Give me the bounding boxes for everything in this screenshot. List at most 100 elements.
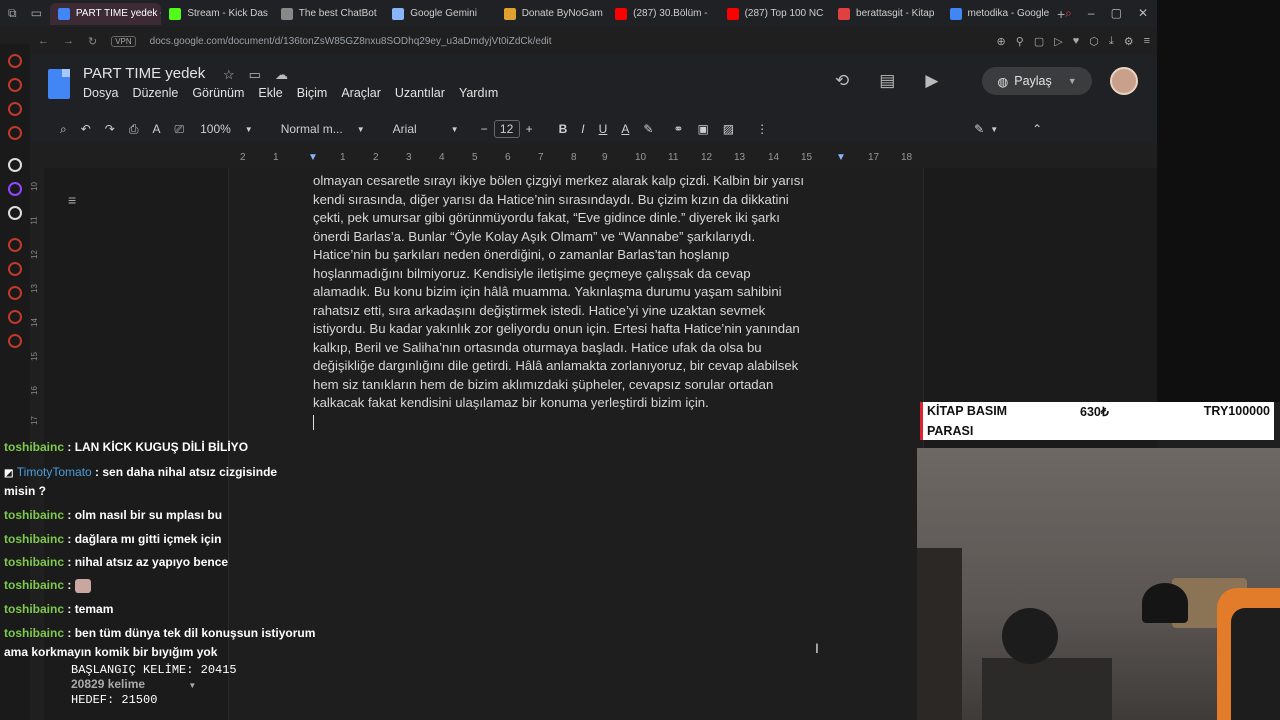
extensions-icon[interactable]: ⬡ (1089, 35, 1099, 48)
text-color-icon[interactable]: A (621, 122, 629, 136)
paint-format-icon[interactable]: ⎚ (174, 122, 184, 137)
sidebar-tool-icon[interactable] (8, 158, 22, 172)
tab-docs[interactable]: PART TIME yedek - Goog (49, 2, 162, 25)
tab-youtube-1[interactable]: (287) 30.Bölüm - (607, 3, 718, 25)
sidebar-player-icon[interactable] (8, 238, 22, 252)
bold-icon[interactable]: B (559, 122, 568, 136)
zoom-icon[interactable]: ⊕ (997, 35, 1006, 48)
document-body[interactable]: olmayan cesaretle sırayı ikiye bölen çiz… (313, 172, 853, 431)
menu-insert[interactable]: Ekle (258, 86, 282, 100)
document-title[interactable]: PART TIME yedek (83, 65, 205, 82)
sidebar-instagram-icon[interactable] (8, 102, 22, 116)
horizontal-ruler[interactable]: 2 1 ▼ 1 2 3 4 5 6 7 8 9 10 11 12 13 14 1… (228, 150, 924, 166)
menu-icon[interactable]: ≡ (1144, 35, 1150, 48)
tab-google[interactable]: metodika - Google (942, 3, 1053, 25)
sidebar-x-icon[interactable] (8, 206, 22, 220)
menu-tools[interactable]: Araçlar (341, 86, 381, 100)
tab-chatbot[interactable]: The best ChatBot (273, 3, 384, 25)
edit-mode-chevron-icon[interactable]: ▼ (990, 125, 998, 134)
more-options-icon[interactable]: ⋮ (756, 122, 768, 136)
chat-badge-icon: ◩ (4, 468, 14, 479)
back-icon[interactable]: ← (38, 35, 49, 47)
favorite-icon[interactable]: ♥ (1073, 35, 1080, 48)
share-button[interactable]: ◍ Paylaş ▼ (982, 67, 1092, 95)
workspaces-icon[interactable]: ⧉ (8, 6, 17, 21)
avatar[interactable] (1110, 67, 1138, 95)
font-size-input[interactable]: 12 (493, 120, 520, 138)
meet-icon[interactable]: ▶ (925, 71, 938, 91)
snapshot-icon[interactable]: ▢ (1034, 35, 1044, 48)
collapse-toolbar-icon[interactable]: ⌃ (1032, 122, 1042, 136)
highlight-icon[interactable]: ✎ (643, 122, 653, 136)
edit-mode-icon[interactable]: ✎ (974, 122, 984, 136)
style-chevron-icon[interactable]: ▼ (357, 125, 365, 134)
tab-youtube-2[interactable]: (287) Top 100 NC (719, 3, 830, 25)
sidebar-messenger-icon[interactable] (8, 78, 22, 92)
pin-icon[interactable]: ⚲ (1016, 35, 1024, 48)
url-field[interactable]: docs.google.com/document/d/136tonZsW85GZ… (150, 36, 552, 47)
sidebar-home-icon[interactable] (8, 54, 22, 68)
tab-gemini[interactable]: Google Gemini (384, 3, 495, 25)
settings-icon[interactable]: ⚙ (1124, 35, 1134, 48)
increase-font-icon[interactable]: + (526, 122, 533, 136)
maximize-icon[interactable]: ▢ (1111, 6, 1122, 21)
current-word-count[interactable]: 20829 kelime ▼ (71, 677, 237, 693)
right-indent-marker-icon[interactable]: ▼ (836, 152, 846, 163)
zoom-select[interactable]: 100% (200, 122, 231, 136)
tab-label: Donate ByNoGam (521, 8, 603, 19)
image-icon[interactable]: ▨ (723, 122, 734, 136)
reload-icon[interactable]: ↻ (88, 35, 97, 48)
menu-help[interactable]: Yardım (459, 86, 498, 100)
cloud-saved-icon[interactable]: ☁ (275, 67, 288, 83)
chevron-down-icon[interactable]: ▼ (1068, 76, 1077, 86)
underline-icon[interactable]: U (599, 122, 608, 136)
search-menus-icon[interactable]: ⌕ (60, 122, 67, 137)
history-icon[interactable]: ⟲ (835, 71, 849, 91)
font-chevron-icon[interactable]: ▼ (451, 125, 459, 134)
menu-file[interactable]: Dosya (83, 86, 118, 100)
move-folder-icon[interactable]: ▭ (249, 67, 261, 83)
forward-icon[interactable]: → (63, 35, 74, 47)
spellcheck-icon[interactable]: A (152, 122, 160, 136)
sidebar-history-icon[interactable] (8, 286, 22, 300)
undo-icon[interactable]: ↶ (81, 122, 91, 136)
star-icon[interactable]: ☆ (223, 67, 235, 83)
sidebar-cube-icon[interactable] (8, 262, 22, 276)
italic-icon[interactable]: I (581, 122, 584, 136)
document-outline-icon[interactable]: ≡ (68, 192, 76, 208)
sidebar-chat-icon[interactable] (8, 310, 22, 324)
menu-edit[interactable]: Düzenle (132, 86, 178, 100)
document-page[interactable]: olmayan cesaretle sırayı ikiye bölen çiz… (228, 168, 924, 720)
sidebar-music-icon[interactable] (8, 126, 22, 140)
menu-format[interactable]: Biçim (297, 86, 328, 100)
redo-icon[interactable]: ↷ (105, 122, 115, 136)
sidebar-twitch-icon[interactable] (8, 182, 22, 196)
decrease-font-icon[interactable]: − (481, 122, 488, 136)
tab-donate[interactable]: Donate ByNoGam (496, 3, 607, 25)
menu-extensions[interactable]: Uzantılar (395, 86, 445, 100)
vpn-badge[interactable]: VPN (111, 35, 136, 47)
tab-list-icon[interactable]: ▭ (31, 6, 42, 21)
new-tab-icon[interactable]: + (1057, 6, 1065, 22)
menu-view[interactable]: Görünüm (192, 86, 244, 100)
chat-text: : ben tüm dünya tek dil konuşsun istiyor… (67, 626, 316, 640)
tab-kick[interactable]: Stream - Kick Das (161, 3, 272, 25)
comment-add-icon[interactable]: ▣ (697, 122, 708, 136)
close-icon[interactable]: ✕ (1138, 6, 1148, 21)
print-icon[interactable]: ⎙ (129, 122, 139, 137)
search-tabs-icon[interactable]: ⌕ (1065, 6, 1072, 21)
sidebar-settings-icon[interactable] (8, 334, 22, 348)
tab-kitap[interactable]: berattasgit - Kitap (830, 3, 941, 25)
download-icon[interactable]: ⤓ (1109, 35, 1114, 48)
comments-icon[interactable]: ▤ (879, 71, 895, 91)
style-select[interactable]: Normal m... (281, 122, 343, 136)
chat-message: toshibainc : (4, 578, 91, 593)
zoom-chevron-icon[interactable]: ▼ (245, 125, 253, 134)
docs-logo-icon[interactable] (48, 69, 70, 99)
link-icon[interactable]: ⚭ (673, 122, 683, 136)
indent-marker-icon[interactable]: ▼ (308, 152, 318, 163)
font-select[interactable]: Arial (393, 122, 417, 136)
ruler-tick-label: 8 (571, 152, 577, 163)
play-icon[interactable]: ▷ (1054, 35, 1062, 48)
minimize-icon[interactable]: – (1088, 6, 1095, 21)
